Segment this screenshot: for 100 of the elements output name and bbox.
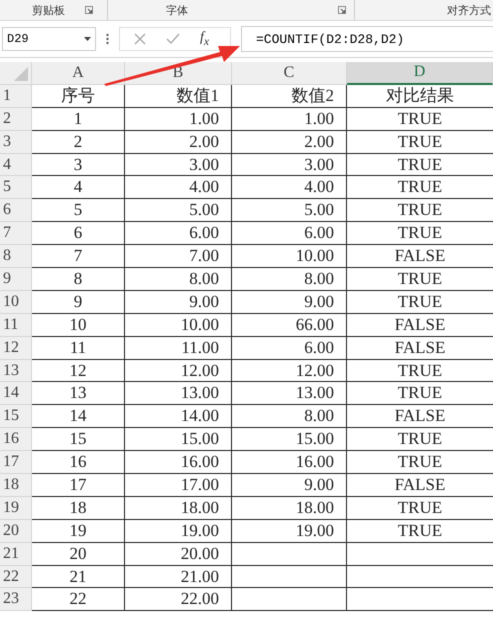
table-cell: 16 bbox=[32, 451, 125, 474]
table-cell: 6.00 bbox=[232, 222, 347, 246]
table-cell: FALSE bbox=[347, 405, 493, 428]
table-cell: 2.00 bbox=[125, 130, 232, 154]
table-cell: 18.00 bbox=[232, 496, 347, 520]
table-cell: TRUE bbox=[347, 154, 493, 176]
row-header[interactable]: 11 bbox=[0, 314, 32, 337]
dialog-launcher-icon[interactable] bbox=[85, 6, 93, 14]
table-cell: 对比结果 bbox=[347, 84, 493, 108]
table-cell: 15.00 bbox=[125, 428, 232, 452]
row-header[interactable]: 19 bbox=[0, 496, 32, 520]
table-cell: 18.00 bbox=[125, 496, 232, 520]
table-cell: TRUE bbox=[347, 108, 493, 131]
table-cell: 17.00 bbox=[125, 474, 232, 497]
table-cell: 7 bbox=[32, 245, 125, 268]
table-cell: 2 bbox=[32, 130, 125, 154]
table-cell: TRUE bbox=[347, 428, 493, 452]
table-cell: 19 bbox=[32, 520, 125, 543]
table-cell: 5.00 bbox=[125, 199, 232, 222]
table-cell: 13.00 bbox=[125, 382, 232, 406]
group-label: 对齐方式 bbox=[447, 2, 491, 18]
table-cell: 18 bbox=[32, 496, 125, 520]
table-cell: TRUE bbox=[347, 360, 493, 382]
row-header[interactable]: 4 bbox=[0, 154, 32, 176]
table-cell: 10 bbox=[32, 314, 125, 337]
table-cell: 22 bbox=[32, 588, 125, 612]
table-cell: 9 bbox=[32, 290, 125, 314]
table-cell: FALSE bbox=[347, 474, 493, 497]
table-cell: 13 bbox=[32, 382, 125, 406]
table-cell: 19.00 bbox=[232, 520, 347, 543]
table-cell: 14 bbox=[32, 405, 125, 428]
table-cell: 8 bbox=[32, 268, 125, 291]
column-header[interactable]: A bbox=[32, 62, 125, 85]
table-cell: FALSE bbox=[347, 245, 493, 268]
row-header[interactable]: 22 bbox=[0, 566, 32, 588]
row-header[interactable]: 18 bbox=[0, 474, 32, 497]
check-icon[interactable] bbox=[166, 33, 180, 45]
table-cell: 8.00 bbox=[125, 268, 232, 291]
table-cell: TRUE bbox=[347, 268, 493, 291]
row-header[interactable]: 1 bbox=[0, 84, 32, 108]
table-cell: TRUE bbox=[347, 130, 493, 154]
table-cell: 1.00 bbox=[232, 108, 347, 131]
table-cell: 66.00 bbox=[232, 314, 347, 337]
table-cell: 6.00 bbox=[232, 336, 347, 360]
table-cell: 8.00 bbox=[232, 268, 347, 291]
table-cell: 11 bbox=[32, 336, 125, 360]
row-header[interactable]: 15 bbox=[0, 405, 32, 428]
table-cell: 12.00 bbox=[232, 360, 347, 382]
table-cell: 5.00 bbox=[232, 199, 347, 222]
table-cell: TRUE bbox=[347, 176, 493, 200]
row-header[interactable]: 8 bbox=[0, 245, 32, 268]
table-cell: TRUE bbox=[347, 382, 493, 406]
table-cell: 16.00 bbox=[125, 451, 232, 474]
table-cell: 4 bbox=[32, 176, 125, 200]
row-header[interactable]: 2 bbox=[0, 108, 32, 131]
column-header[interactable]: D bbox=[347, 62, 493, 85]
row-header[interactable]: 3 bbox=[0, 130, 32, 154]
dropdown-caret-icon[interactable] bbox=[84, 37, 91, 41]
row-header[interactable]: 6 bbox=[0, 199, 32, 222]
table-cell: 15.00 bbox=[232, 428, 347, 452]
table-cell: 3.00 bbox=[232, 154, 347, 176]
table-cell: TRUE bbox=[347, 199, 493, 222]
table-cell: 11.00 bbox=[125, 336, 232, 360]
group-label: 字体 bbox=[166, 2, 188, 18]
table-cell: 21 bbox=[32, 566, 125, 588]
table-cell: 12 bbox=[32, 360, 125, 382]
row-header[interactable]: 12 bbox=[0, 336, 32, 360]
table-cell: 数值2 bbox=[232, 84, 347, 108]
table-cell: 14.00 bbox=[125, 405, 232, 428]
row-header[interactable]: 23 bbox=[0, 588, 32, 612]
table-cell: FALSE bbox=[347, 336, 493, 360]
formula-field[interactable]: =COUNTIF(D2:D28,D2) bbox=[241, 26, 493, 52]
row-header[interactable]: 5 bbox=[0, 176, 32, 200]
table-cell: TRUE bbox=[347, 520, 493, 543]
row-header[interactable]: 17 bbox=[0, 451, 32, 474]
table-cell: 9.00 bbox=[232, 290, 347, 314]
column-header[interactable]: C bbox=[232, 62, 347, 85]
table-cell: 19.00 bbox=[125, 520, 232, 543]
row-header[interactable]: 16 bbox=[0, 428, 32, 452]
table-cell: 7.00 bbox=[125, 245, 232, 268]
table-cell: 8.00 bbox=[232, 405, 347, 428]
row-header[interactable]: 9 bbox=[0, 268, 32, 291]
table-cell: 21.00 bbox=[125, 566, 232, 588]
row-header[interactable]: 13 bbox=[0, 360, 32, 382]
table-cell: 10.00 bbox=[232, 245, 347, 268]
row-header[interactable]: 10 bbox=[0, 290, 32, 314]
group-label: 剪贴板 bbox=[32, 2, 65, 18]
row-header[interactable]: 14 bbox=[0, 382, 32, 406]
grip-icon[interactable] bbox=[106, 33, 109, 45]
row-header[interactable]: 20 bbox=[0, 520, 32, 543]
table-cell: 4.00 bbox=[125, 176, 232, 200]
table-cell: 12.00 bbox=[125, 360, 232, 382]
name-box[interactable]: D29 bbox=[2, 27, 96, 51]
row-header[interactable]: 21 bbox=[0, 542, 32, 566]
table-cell: 2.00 bbox=[232, 130, 347, 154]
insert-function-button[interactable]: f$_{x}$ bbox=[200, 30, 210, 48]
table-cell: 数值1 bbox=[125, 84, 232, 108]
dialog-launcher-icon[interactable] bbox=[338, 6, 346, 14]
row-header[interactable]: 7 bbox=[0, 222, 32, 246]
table-cell: 6.00 bbox=[125, 222, 232, 246]
